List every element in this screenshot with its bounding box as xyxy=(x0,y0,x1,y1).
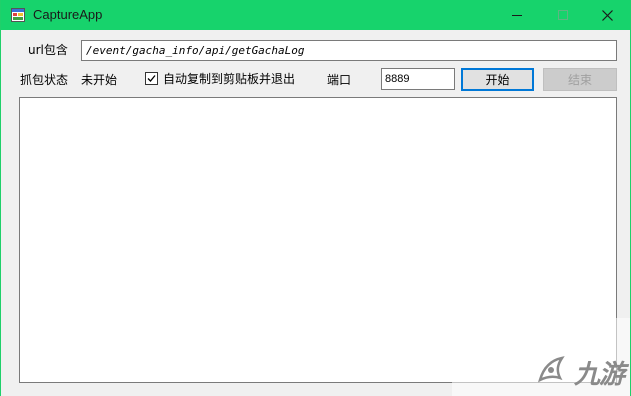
minimize-icon xyxy=(512,15,522,16)
checkmark-icon xyxy=(147,75,156,82)
capture-status-label: 抓包状态 xyxy=(20,73,69,87)
close-button[interactable] xyxy=(584,0,630,30)
maximize-icon xyxy=(558,10,568,20)
auto-copy-label: 自动复制到剪贴板并退出 xyxy=(163,72,296,86)
title-bar[interactable]: CaptureApp xyxy=(1,0,630,30)
auto-copy-checkbox[interactable]: 自动复制到剪贴板并退出 xyxy=(145,70,295,87)
log-output-textarea[interactable] xyxy=(19,97,617,383)
minimize-button[interactable] xyxy=(494,0,540,30)
port-label: 端口 xyxy=(327,73,352,87)
maximize-button[interactable] xyxy=(540,0,586,30)
url-filter-input[interactable]: /event/gacha_info/api/getGachaLog xyxy=(81,40,617,61)
start-button[interactable]: 开始 xyxy=(461,68,534,91)
capture-status-value: 未开始 xyxy=(81,73,118,87)
port-input[interactable]: 8889 xyxy=(381,68,455,90)
app-window-icon xyxy=(11,8,25,22)
stop-button[interactable]: 结束 xyxy=(543,68,617,91)
url-filter-label: url包含 xyxy=(28,43,68,57)
watermark-text: 九游 xyxy=(574,360,625,390)
capture-app-window: CaptureApp url包含 /event/gacha_info/api/g… xyxy=(0,0,631,396)
close-icon xyxy=(601,9,613,21)
jiuyou-logo-icon xyxy=(538,356,565,383)
window-title: CaptureApp xyxy=(33,7,103,22)
checkbox-box[interactable] xyxy=(145,72,158,85)
